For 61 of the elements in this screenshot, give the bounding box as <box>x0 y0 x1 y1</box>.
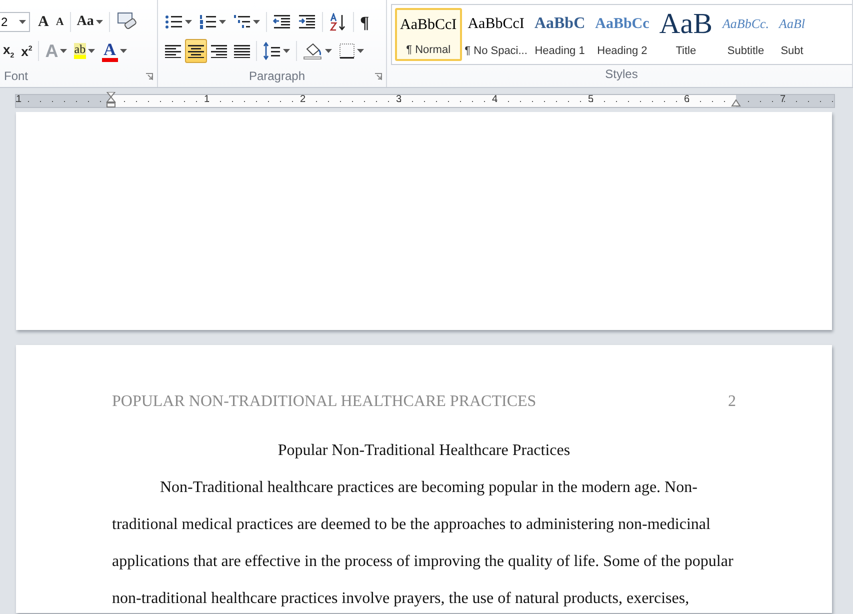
caret-icon <box>60 49 68 53</box>
caret-icon <box>357 49 364 53</box>
style-item[interactable]: AaBbCcI ¶ Normal <box>395 8 462 61</box>
style-item[interactable]: AaB Title <box>655 8 716 61</box>
align-left-icon <box>165 44 181 58</box>
caret-icon <box>185 20 192 24</box>
style-item[interactable]: AaBbCc Heading 2 <box>591 8 654 61</box>
multilevel-list-icon <box>233 14 251 30</box>
numbered-list-icon <box>199 14 217 30</box>
ruler-number: 5 <box>588 94 594 106</box>
borders-icon <box>339 43 355 59</box>
align-center-icon <box>188 44 204 58</box>
grow-button[interactable]: A <box>35 10 52 34</box>
line-spacing-icon <box>263 42 281 60</box>
caret-icon <box>219 20 226 24</box>
caret-icon <box>19 20 26 24</box>
caret-icon <box>283 49 290 53</box>
style-item[interactable]: AaBl Subt <box>775 8 810 61</box>
caret-icon <box>253 20 260 24</box>
font-size-field[interactable]: 2 <box>0 12 30 32</box>
caret-icon <box>88 49 95 53</box>
shrink-button[interactable]: A <box>52 10 67 34</box>
align-center-button[interactable] <box>185 39 207 63</box>
decrease-indent-icon <box>273 14 291 30</box>
caret-icon <box>96 20 103 24</box>
eraser-icon <box>116 12 138 32</box>
style-item[interactable]: AaBbCcI ¶ No Spaci... <box>464 8 528 61</box>
sort-icon <box>329 13 347 31</box>
paint-bucket-icon <box>303 42 323 60</box>
dialog-launcher-icon <box>146 72 153 80</box>
indent-marker[interactable] <box>106 92 116 108</box>
running-header: POPULAR NON-TRADITIONAL HEALTHCARE PRACTICES <box>112 393 536 411</box>
style-item[interactable]: AaBbC Heading 1 <box>530 8 590 61</box>
ruler-number: 2 <box>300 94 306 106</box>
ruler-number: 7 <box>780 94 786 106</box>
ruler-number: 3 <box>396 94 402 106</box>
body-paragraph: Non-Traditional healthcare practices are becoming popular in the modern age. Non- traditional medical practices are deemed to be the approaches to administering non-medicinal applications that are effective in the process of improving the quality of life. Some of the popular non-traditional healthcare practices involve prayers, the use of natural products, exercises, <box>112 479 734 608</box>
ruler-number: 1 <box>204 94 210 106</box>
increase-indent-icon <box>298 14 316 30</box>
subscript-button[interactable]: x$_{2}$ <box>0 39 18 63</box>
highlight-button[interactable]: ab <box>71 39 98 63</box>
justify-icon <box>234 44 250 58</box>
group-label: Font <box>4 69 28 83</box>
right-indent-marker[interactable] <box>731 98 741 106</box>
bulleted-list-icon <box>165 14 183 30</box>
ruler-number: 1 <box>16 94 22 106</box>
pilcrow-button[interactable]: ¶ <box>357 10 372 34</box>
superscript-button[interactable]: x$^{2}$ <box>18 39 36 63</box>
style-item[interactable]: AaBbCc. Subtitle <box>718 8 774 61</box>
caret-icon <box>325 49 332 53</box>
ruler-number: 6 <box>684 94 690 106</box>
document-title: Popular Non-Traditional Healthcare Practices <box>276 442 572 460</box>
group-label: Paragraph <box>248 69 305 83</box>
dialog-launcher-icon <box>375 72 382 80</box>
page-number: 2 <box>728 393 736 411</box>
group-label: Styles <box>605 67 638 81</box>
font-color-button[interactable]: A <box>98 39 130 63</box>
ruler-number: 4 <box>492 94 498 106</box>
align-right-icon <box>211 44 227 58</box>
case-button[interactable]: Aa <box>74 10 106 34</box>
caret-icon <box>120 49 127 53</box>
